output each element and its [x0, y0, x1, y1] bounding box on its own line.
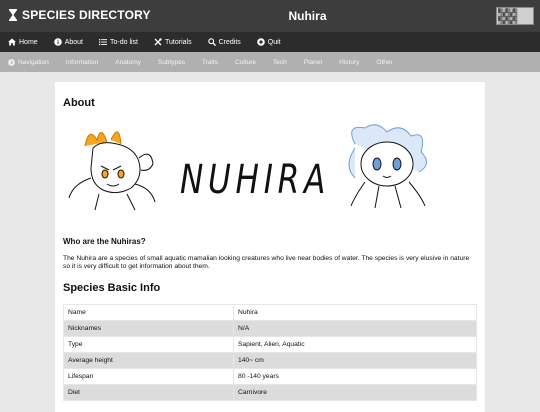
table-row: Nicknames N/A — [63, 320, 477, 337]
subnav-navigation-label: Navigation — [18, 58, 49, 66]
row-value: Sapient, Alien, Aquatic — [233, 336, 477, 353]
subnav-culture-label: Culture — [235, 58, 256, 66]
species-illustration-banner: NUHIRA — [68, 124, 427, 211]
table-row: Diet Carnivore — [63, 384, 477, 401]
page-title: Nuhira — [288, 9, 327, 23]
info-icon — [53, 38, 62, 46]
subnav-subtypes[interactable]: Subtypes — [158, 59, 185, 66]
subnav-subtypes-label: Subtypes — [157, 58, 186, 66]
content-card: About NUHIRA Who are the Nuhiras? The Nu… — [55, 82, 485, 412]
tools-icon — [154, 38, 162, 46]
basic-info-table: Name Nuhira Nicknames N/A Type Sapient, … — [63, 304, 477, 401]
subnav-traits[interactable]: Traits — [202, 59, 218, 66]
row-label: Diet — [63, 384, 234, 401]
row-label: Average height — [63, 352, 234, 369]
row-value: Nuhira — [233, 304, 477, 321]
nav-tutorials[interactable]: Tutorials — [154, 38, 192, 46]
nav-about[interactable]: About — [53, 38, 83, 46]
subnav-history-label: History — [339, 58, 360, 66]
row-label: Nicknames — [63, 320, 234, 337]
subnav-anatomy[interactable]: Anatomy — [115, 59, 141, 66]
subnav-planet[interactable]: Planet — [304, 59, 322, 66]
nav-todo[interactable]: To-do list — [98, 38, 138, 46]
table-row: Name Nuhira — [63, 304, 477, 321]
nav-quit-label: Quit — [267, 38, 281, 46]
basic-info-heading: Species Basic Info — [63, 282, 161, 294]
nav-home[interactable]: Home — [8, 38, 38, 46]
species-wordmark: NUHIRA — [180, 157, 330, 203]
subnav-planet-label: Planet — [303, 58, 323, 66]
subnav-information[interactable]: Information — [66, 59, 99, 66]
table-row: Average height 140~ cm — [63, 352, 477, 369]
chevron-right-icon — [8, 58, 15, 66]
row-label: Name — [63, 304, 234, 321]
subnav-culture[interactable]: Culture — [235, 59, 256, 66]
circle-icon — [256, 38, 265, 46]
subnav-history[interactable]: History — [339, 59, 359, 66]
nav-credits[interactable]: Credits — [207, 38, 241, 46]
nav-credits-label: Credits — [218, 38, 241, 46]
site-badge-image: ▓▒░▓▒░▓▒ ░▒▓░▒▓░▒ ▓▒░▓▒░▓▒ ░▒▓░▒▓░▒ — [496, 7, 534, 25]
row-value: 140~ cm — [233, 352, 477, 369]
main-navigation: Home About To-do list Tutorials Credits … — [0, 32, 540, 52]
nav-about-label: About — [64, 38, 83, 46]
subnav-other[interactable]: Other — [376, 59, 392, 66]
row-value: Carnivore — [233, 384, 477, 401]
subnav-tech-label: Tech — [273, 58, 287, 66]
row-value: N/A — [233, 320, 477, 337]
subnav-other-label: Other — [376, 58, 393, 66]
subnav-information-label: Information — [65, 58, 99, 66]
row-label: Lifespan — [63, 368, 234, 385]
subnav-traits-label: Traits — [202, 58, 219, 66]
nav-home-label: Home — [19, 38, 38, 46]
home-icon — [8, 38, 16, 46]
search-icon — [207, 38, 216, 46]
species-description: The Nuhira are a species of small aquati… — [63, 255, 470, 270]
fire-nuhira-illustration — [68, 131, 156, 211]
section-navigation: Navigation Information Anatomy Subtypes … — [0, 52, 540, 72]
table-row: Type Sapient, Alien, Aquatic — [63, 336, 477, 353]
nav-quit[interactable]: Quit — [256, 38, 281, 46]
nav-todo-label: To-do list — [109, 38, 138, 46]
nav-tutorials-label: Tutorials — [165, 38, 192, 46]
row-value: 80 -140 years — [233, 368, 477, 385]
table-row: Lifespan 80 -140 years — [63, 368, 477, 385]
top-bar: SPECIES DIRECTORY Nuhira ▓▒░▓▒░▓▒ ░▒▓░▒▓… — [0, 0, 540, 32]
subnav-navigation[interactable]: Navigation — [8, 59, 49, 66]
list-icon — [98, 39, 107, 46]
subnav-anatomy-label: Anatomy — [115, 58, 141, 66]
who-heading: Who are the Nuhiras? — [63, 237, 146, 246]
about-heading: About — [63, 97, 95, 109]
subnav-tech[interactable]: Tech — [273, 59, 287, 66]
water-nuhira-illustration — [348, 124, 427, 209]
row-label: Type — [63, 336, 234, 353]
